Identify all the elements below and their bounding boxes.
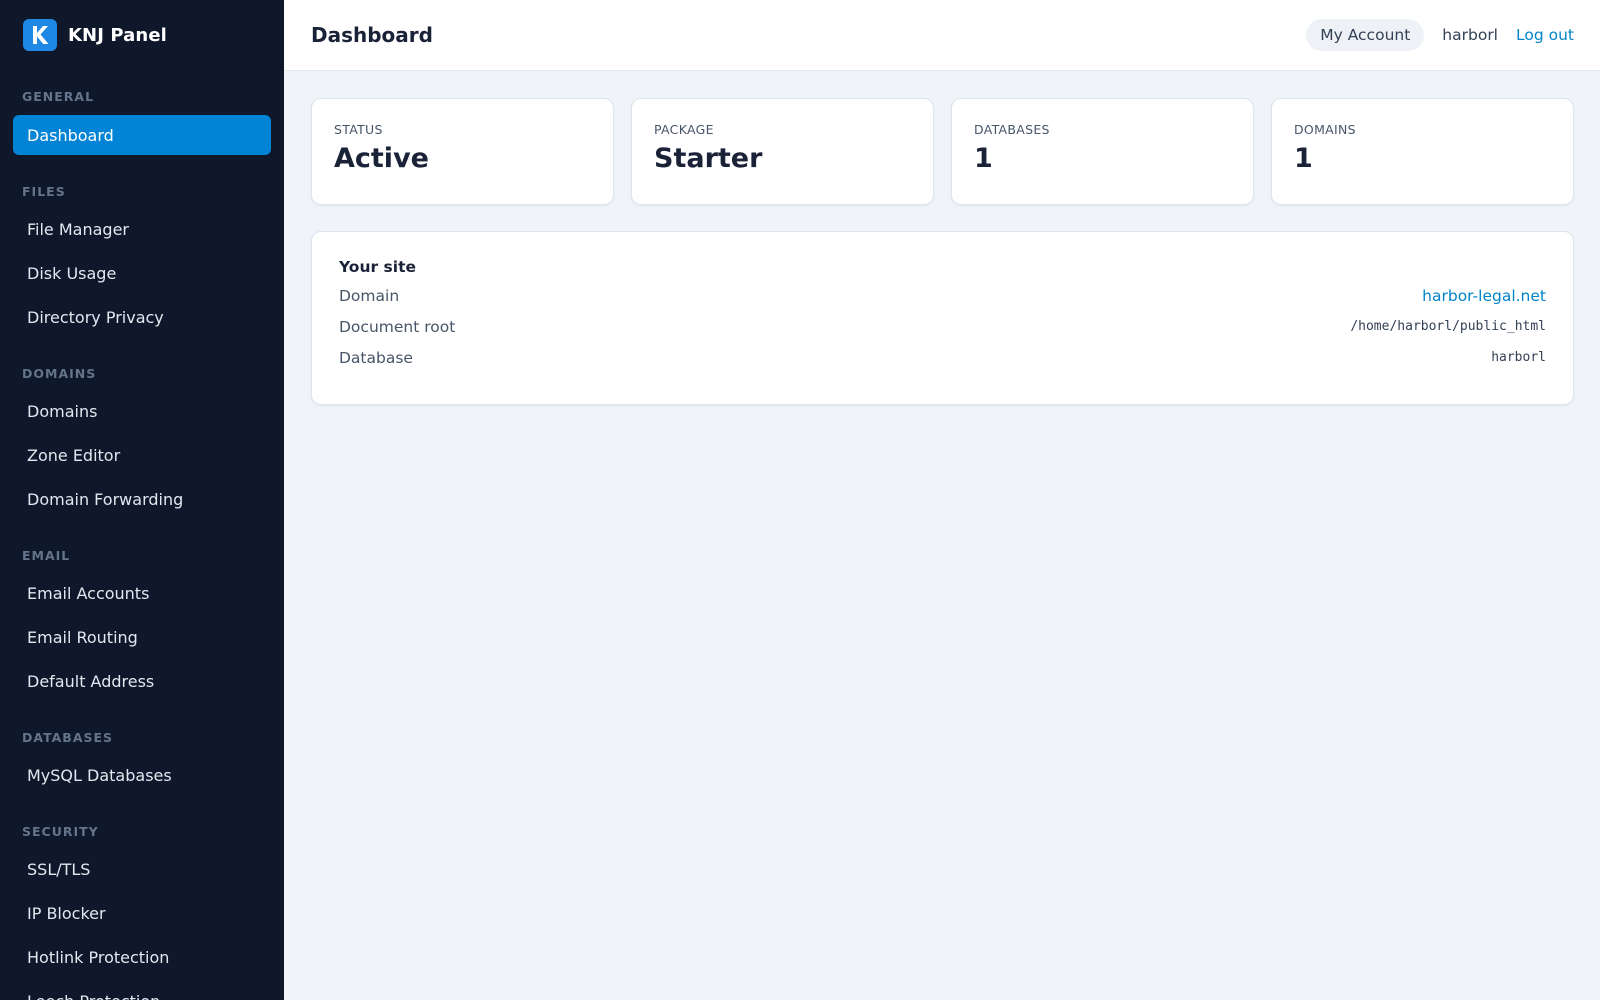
my-account-button[interactable]: My Account (1306, 19, 1425, 51)
stat-label: DATABASES (974, 122, 1050, 137)
stat-value: Active (334, 143, 429, 174)
stat-value: Starter (654, 143, 763, 174)
row-label: Document root (339, 317, 456, 336)
sidebar-section-general: GENERAL (22, 89, 95, 104)
user-menu: My Account harborl Log out (1306, 19, 1574, 51)
stat-value: 1 (1294, 143, 1313, 174)
stat-card-package: PACKAGE Starter (631, 98, 934, 205)
stat-label: STATUS (334, 122, 383, 137)
sidebar-item-domains[interactable]: Domains (13, 391, 271, 431)
sidebar-item-mysql-databases[interactable]: MySQL Databases (13, 755, 271, 795)
stat-card-status: STATUS Active (311, 98, 614, 205)
row-label: Domain (339, 286, 400, 305)
row-label: Database (339, 348, 413, 367)
page-title: Dashboard (311, 23, 433, 47)
stats-row: STATUS Active PACKAGE Starter DATABASES … (311, 98, 1574, 205)
sidebar-item-default-address[interactable]: Default Address (13, 661, 271, 701)
top-bar: Dashboard My Account harborl Log out (284, 0, 1600, 71)
sidebar-section-databases: DATABASES (22, 730, 114, 745)
brand-logo-icon (23, 19, 57, 51)
sidebar-item-email-accounts[interactable]: Email Accounts (13, 573, 271, 613)
sidebar-section-security: SECURITY (22, 824, 99, 839)
database-value: harborl (1491, 350, 1546, 365)
document-root-value: /home/harborl/public_html (1350, 319, 1546, 334)
stat-card-databases: DATABASES 1 (951, 98, 1254, 205)
sidebar: KNJ Panel GENERAL Dashboard FILES File M… (0, 0, 284, 1000)
stat-card-domains: DOMAINS 1 (1271, 98, 1574, 205)
logout-link[interactable]: Log out (1516, 26, 1574, 44)
your-site-card: Your site Domain harbor-legal.net Docume… (311, 231, 1574, 405)
sidebar-section-files: FILES (22, 184, 66, 199)
sidebar-item-ip-blocker[interactable]: IP Blocker (13, 893, 271, 933)
site-row-document-root: Document root /home/harborl/public_html (339, 311, 1546, 342)
stat-label: PACKAGE (654, 122, 714, 137)
stat-label: DOMAINS (1294, 122, 1356, 137)
sidebar-item-dashboard[interactable]: Dashboard (13, 115, 271, 155)
sidebar-section-domains: DOMAINS (22, 366, 97, 381)
sidebar-item-email-routing[interactable]: Email Routing (13, 617, 271, 657)
sidebar-item-directory-privacy[interactable]: Directory Privacy (13, 297, 271, 337)
domain-link[interactable]: harbor-legal.net (1422, 287, 1546, 305)
sidebar-item-leech-protection[interactable]: Leech Protection (13, 981, 271, 1000)
site-row-database: Database harborl (339, 342, 1546, 373)
stat-value: 1 (974, 143, 993, 174)
brand-title: KNJ Panel (68, 24, 167, 46)
sidebar-item-file-manager[interactable]: File Manager (13, 209, 271, 249)
sidebar-section-email: EMAIL (22, 548, 71, 563)
site-card-title: Your site (339, 258, 416, 276)
username: harborl (1442, 26, 1498, 44)
sidebar-item-ssl-tls[interactable]: SSL/TLS (13, 849, 271, 889)
site-row-domain: Domain harbor-legal.net (339, 280, 1546, 311)
sidebar-item-hotlink-protection[interactable]: Hotlink Protection (13, 937, 271, 977)
brand[interactable]: KNJ Panel (0, 0, 284, 70)
sidebar-item-zone-editor[interactable]: Zone Editor (13, 435, 271, 475)
sidebar-item-domain-forwarding[interactable]: Domain Forwarding (13, 479, 271, 519)
sidebar-item-disk-usage[interactable]: Disk Usage (13, 253, 271, 293)
